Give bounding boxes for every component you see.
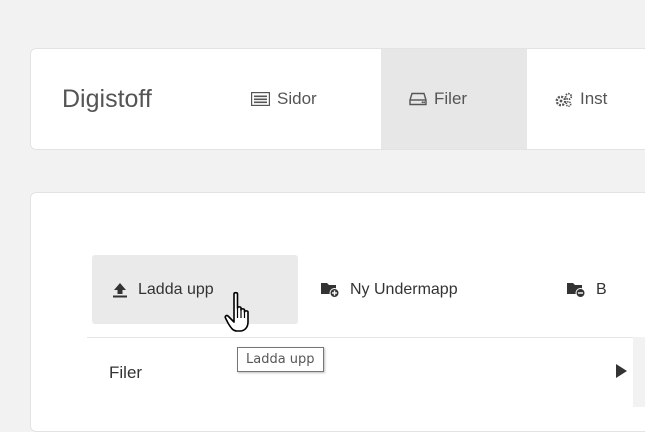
list-alt-icon	[251, 92, 270, 106]
new-subfolder-label: Ny Undermapp	[350, 280, 458, 298]
nav-item-label: Filer	[434, 89, 468, 108]
nav-item-filer[interactable]: Filer	[381, 49, 527, 149]
list-scroll-gutter	[633, 337, 645, 407]
new-subfolder-button[interactable]: Ny Undermapp	[298, 255, 546, 324]
nav-item-sidor[interactable]: Sidor	[201, 49, 381, 149]
nav-item-label: Inst	[580, 89, 608, 108]
expand-arrow-icon[interactable]	[616, 364, 627, 378]
file-toolbar: Ladda upp Ny Undermapp B	[92, 255, 607, 324]
upload-tooltip: Ladda upp	[237, 347, 324, 372]
list-item-label: Filer	[109, 362, 143, 382]
folder-plus-icon	[320, 281, 340, 298]
list-item[interactable]: Filer	[87, 337, 633, 407]
upload-button-label: Ladda upp	[138, 280, 214, 298]
folder-remove-icon	[566, 281, 586, 298]
nav-item-installningar[interactable]: Inst	[527, 49, 629, 149]
folder-action-label: B	[596, 280, 607, 298]
upload-button[interactable]: Ladda upp	[92, 255, 298, 324]
top-navbar: Digistoff Sidor Filer Inst	[30, 48, 645, 150]
upload-icon	[112, 282, 128, 298]
hdd-icon	[409, 92, 427, 106]
nav-item-label: Sidor	[277, 89, 317, 108]
folder-action-button[interactable]: B	[546, 255, 607, 324]
cogs-icon	[555, 92, 573, 107]
brand-logo[interactable]: Digistoff	[31, 49, 201, 149]
hand-pointer-icon	[224, 291, 258, 340]
